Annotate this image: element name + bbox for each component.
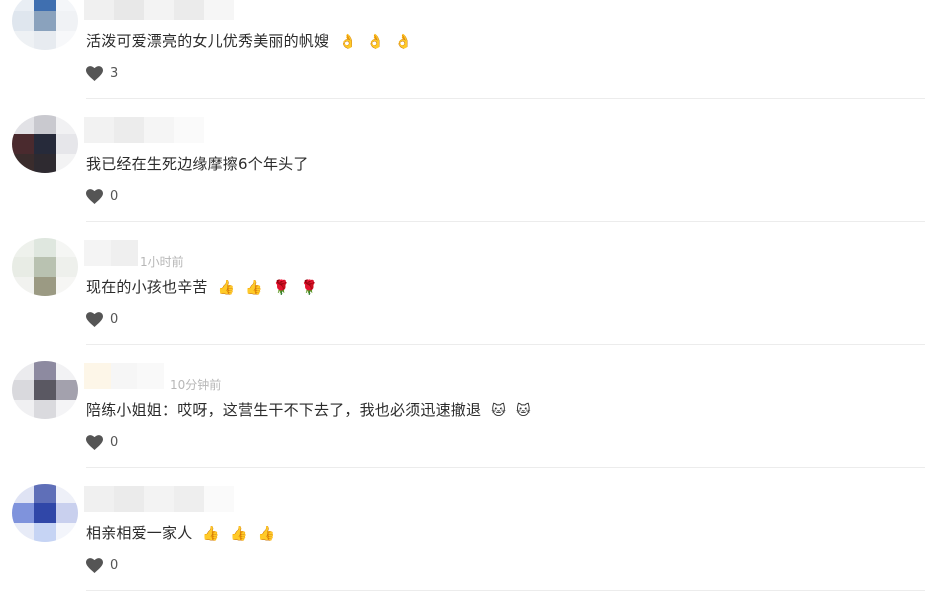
emoji: 👌 (339, 34, 357, 50)
comment-time: 10分钟前 (170, 378, 222, 392)
like-button[interactable]: 0 (86, 310, 118, 328)
comment-item: 1小时前 现在的小孩也辛苦 👍 👍 🌹 🌹 0 (0, 238, 925, 361)
divider (86, 221, 925, 222)
comment-list: 活泼可爱漂亮的女儿优秀美丽的帆嫂 👌 👌 👌 3 我已经在生死边缘摩擦6个年头了 0 (0, 0, 925, 601)
like-count: 0 (110, 557, 119, 573)
like-button[interactable]: 0 (86, 433, 118, 451)
emoji: 👌 (366, 34, 385, 50)
username[interactable] (84, 486, 234, 512)
avatar[interactable] (12, 115, 78, 173)
divider (86, 344, 925, 345)
like-button[interactable]: 3 (86, 64, 118, 82)
comment-text: 现在的小孩也辛苦 👍 👍 🌹 🌹 (86, 278, 319, 296)
heart-icon (86, 65, 103, 81)
emoji: 🌹 (300, 280, 319, 296)
comment-item: 10分钟前 陪练小姐姐：哎呀，这营生干不下去了，我也必须迅速撤退 🐱 🐱 0 (0, 361, 925, 484)
username[interactable] (84, 363, 165, 389)
like-count: 0 (110, 188, 119, 204)
emoji: 🐱 (516, 403, 531, 419)
heart-icon (86, 557, 103, 573)
like-count: 0 (110, 311, 119, 327)
comment-text: 活泼可爱漂亮的女儿优秀美丽的帆嫂 👌 👌 👌 (86, 32, 413, 50)
comment-text: 相亲相爱一家人 👍 👍 👍 (86, 524, 276, 542)
comment-item: 活泼可爱漂亮的女儿优秀美丽的帆嫂 👌 👌 👌 3 (0, 0, 925, 115)
emoji: 🌹 (272, 280, 291, 296)
emoji: 🐱 (491, 403, 506, 419)
heart-icon (86, 188, 103, 204)
comment-text: 我已经在生死边缘摩擦6个年头了 (86, 155, 309, 173)
avatar[interactable] (12, 0, 78, 50)
comment-item: 相亲相爱一家人 👍 👍 👍 0 (0, 484, 925, 601)
avatar[interactable] (12, 238, 78, 296)
emoji: 👌 (394, 34, 413, 50)
emoji: 👍 (217, 280, 236, 296)
username[interactable] (84, 117, 234, 143)
like-count: 0 (110, 434, 119, 450)
comment-time: 1小时前 (140, 255, 184, 269)
username[interactable] (84, 240, 138, 266)
emoji: 👍 (230, 526, 248, 542)
divider (86, 467, 925, 468)
divider (86, 98, 925, 99)
heart-icon (86, 434, 103, 450)
emoji: 👍 (202, 526, 221, 542)
like-button[interactable]: 0 (86, 187, 118, 205)
emoji: 👍 (245, 280, 263, 296)
emoji: 👍 (257, 526, 276, 542)
comment-text: 陪练小姐姐：哎呀，这营生干不下去了，我也必须迅速撤退 🐱 🐱 (86, 401, 531, 419)
comment-item: 我已经在生死边缘摩擦6个年头了 0 (0, 115, 925, 238)
divider (86, 590, 925, 591)
avatar[interactable] (12, 361, 78, 419)
avatar[interactable] (12, 484, 78, 542)
username[interactable] (84, 0, 234, 20)
heart-icon (86, 311, 103, 327)
like-button[interactable]: 0 (86, 556, 118, 574)
like-count: 3 (110, 65, 119, 81)
